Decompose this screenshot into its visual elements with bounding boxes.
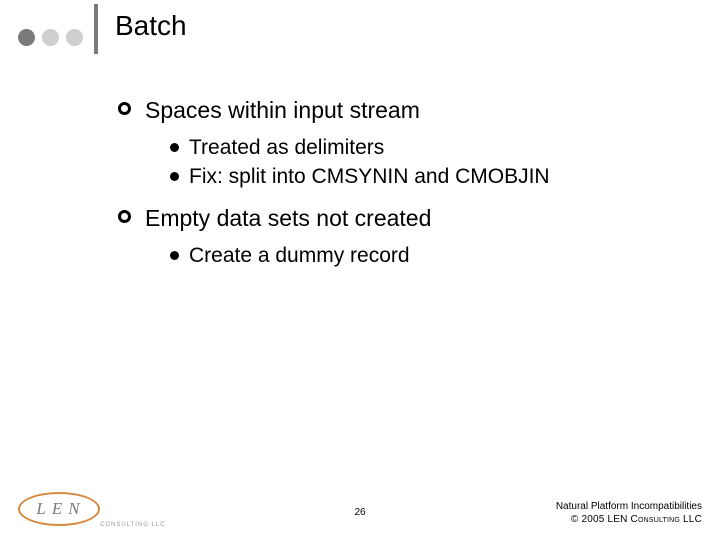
bullet-text: Treated as delimiters: [189, 134, 384, 161]
bullet-level2: Create a dummy record: [170, 242, 690, 269]
hollow-circle-bullet-icon: [118, 210, 131, 223]
solid-circle-bullet-icon: [170, 251, 179, 260]
decor-dot-icon: [18, 29, 35, 46]
bullet-level1: Spaces within input stream: [118, 96, 690, 126]
solid-circle-bullet-icon: [170, 143, 179, 152]
solid-circle-bullet-icon: [170, 172, 179, 181]
decor-vertical-line-icon: [94, 4, 98, 54]
footer-line-1: Natural Platform Incompatibilities: [556, 500, 702, 513]
decor-dot-icon: [42, 29, 59, 46]
bullet-text: Create a dummy record: [189, 242, 410, 269]
slide-title: Batch: [115, 10, 187, 42]
bullet-text: Empty data sets not created: [145, 204, 431, 234]
bullet-level2: Fix: split into CMSYNIN and CMOBJIN: [170, 163, 690, 190]
bullet-text: Spaces within input stream: [145, 96, 420, 126]
footer-line-2: © 2005 LEN Consulting LLC: [556, 513, 702, 526]
hollow-circle-bullet-icon: [118, 102, 131, 115]
slide: Batch Spaces within input stream Treated…: [0, 0, 720, 540]
sub-bullet-group: Create a dummy record: [170, 242, 690, 269]
sub-bullet-group: Treated as delimiters Fix: split into CM…: [170, 134, 690, 191]
title-decoration: [18, 20, 98, 54]
decor-dot-icon: [66, 29, 83, 46]
logo-subtext: CONSULTING LLC: [100, 522, 166, 528]
slide-content: Spaces within input stream Treated as de…: [118, 96, 690, 284]
bullet-level1: Empty data sets not created: [118, 204, 690, 234]
footer-text: Natural Platform Incompatibilities © 200…: [556, 500, 702, 526]
bullet-text: Fix: split into CMSYNIN and CMOBJIN: [189, 163, 550, 190]
bullet-level2: Treated as delimiters: [170, 134, 690, 161]
